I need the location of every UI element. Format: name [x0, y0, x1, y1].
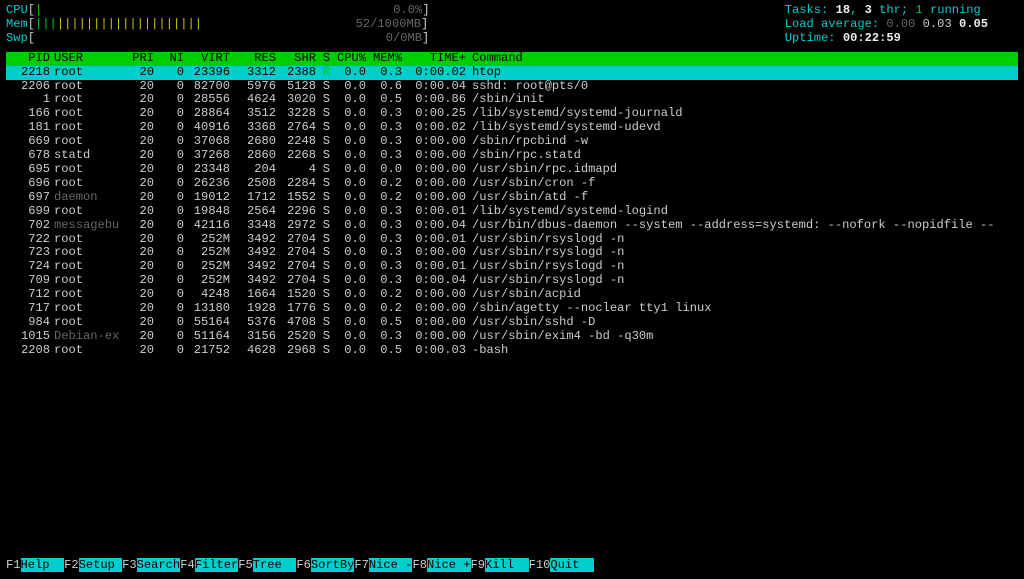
fkey-label[interactable]: Tree — [253, 558, 297, 572]
process-row[interactable]: 2208root2002175246282968S0.00.50:00.03-b… — [6, 344, 1018, 358]
mem-label: Mem — [6, 17, 28, 31]
process-row[interactable]: 2218root2002339633122388R0.00.30:00.02ht… — [6, 66, 1018, 80]
process-row[interactable]: 722root200252M34922704S0.00.30:00.01/usr… — [6, 233, 1018, 247]
fkey-label[interactable]: Quit — [550, 558, 594, 572]
sysinfo-block: Tasks: 18, 3 thr; 1 running Load average… — [785, 4, 1018, 46]
process-row[interactable]: 695root200233482044S0.00.00:00.00/usr/sb… — [6, 163, 1018, 177]
process-row[interactable]: 2206root2008270059765128S0.00.60:00.04ss… — [6, 80, 1018, 94]
process-row[interactable]: 709root200252M34922704S0.00.30:00.04/usr… — [6, 274, 1018, 288]
process-row[interactable]: 723root200252M34922704S0.00.30:00.00/usr… — [6, 246, 1018, 260]
process-row[interactable]: 717root2001318019281776S0.00.20:00.00/sb… — [6, 302, 1018, 316]
fkey: F8 — [412, 558, 427, 572]
column-header-row[interactable]: PIDUSERPRINIVIRTRESSHRSCPU%MEM%TIME+Comm… — [6, 52, 1018, 66]
fkey: F9 — [471, 558, 486, 572]
cpu-meter: CPU[|0.0%] — [6, 4, 430, 18]
process-row[interactable]: 1root2002855646243020S0.00.50:00.86/sbin… — [6, 93, 1018, 107]
process-row[interactable]: 724root200252M34922704S0.00.30:00.01/usr… — [6, 260, 1018, 274]
fkey: F6 — [296, 558, 311, 572]
htop-screen: CPU[|0.0%] Mem[|||||||||||||||||||||||52… — [0, 0, 1024, 579]
process-row[interactable]: 1015Debian-ex2005116431562520S0.00.30:00… — [6, 330, 1018, 344]
fkey: F3 — [122, 558, 137, 572]
fkey-label[interactable]: Search — [137, 558, 181, 572]
tasks-line: Tasks: 18, 3 thr; 1 running — [785, 4, 988, 18]
mem-value: 52/1000MB — [202, 18, 421, 32]
fkey: F7 — [354, 558, 369, 572]
uptime-line: Uptime: 00:22:59 — [785, 32, 988, 46]
process-list[interactable]: 2218root2002339633122388R0.00.30:00.02ht… — [6, 66, 1018, 358]
fkey-label[interactable]: Nice + — [427, 558, 471, 572]
cpu-bar: | — [35, 3, 42, 17]
process-row[interactable]: 678statd2003726828602268S0.00.30:00.00/s… — [6, 149, 1018, 163]
process-row[interactable]: 702messagebu2004211633482972S0.00.30:00.… — [6, 219, 1018, 233]
fkey-label[interactable]: Help — [21, 558, 65, 572]
fkey: F2 — [64, 558, 79, 572]
cpu-label: CPU — [6, 3, 28, 17]
process-row[interactable]: 984root2005516453764708S0.00.50:00.00/us… — [6, 316, 1018, 330]
fkey: F5 — [238, 558, 253, 572]
fkey-label[interactable]: SortBy — [311, 558, 355, 572]
meters-block: CPU[|0.0%] Mem[|||||||||||||||||||||||52… — [6, 4, 430, 46]
swp-meter: Swp[0/0MB] — [6, 32, 430, 46]
fkey-label[interactable]: Filter — [195, 558, 239, 572]
process-row[interactable]: 166root2002886435123228S0.00.30:00.25/li… — [6, 107, 1018, 121]
process-row[interactable]: 712root200424816641520S0.00.20:00.00/usr… — [6, 288, 1018, 302]
swp-label: Swp — [6, 31, 28, 45]
fkey-label[interactable]: Nice - — [369, 558, 413, 572]
process-row[interactable]: 669root2003706826802248S0.00.30:00.00/sb… — [6, 135, 1018, 149]
cpu-value: 0.0% — [42, 4, 422, 18]
fkey: F1 — [6, 558, 21, 572]
fkey: F10 — [529, 558, 551, 572]
fkey-label[interactable]: Setup — [79, 558, 123, 572]
function-key-bar[interactable]: F1Help F2Setup F3SearchF4FilterF5Tree F6… — [6, 559, 594, 573]
process-row[interactable]: 699root2001984825642296S0.00.30:00.01/li… — [6, 205, 1018, 219]
process-row[interactable]: 181root2004091633682764S0.00.30:00.02/li… — [6, 121, 1018, 135]
fkey: F4 — [180, 558, 195, 572]
header: CPU[|0.0%] Mem[|||||||||||||||||||||||52… — [6, 4, 1018, 46]
process-row[interactable]: 697daemon2001901217121552S0.00.20:00.00/… — [6, 191, 1018, 205]
process-row[interactable]: 696root2002623625082284S0.00.20:00.00/us… — [6, 177, 1018, 191]
swp-value: 0/0MB — [35, 32, 422, 46]
mem-meter: Mem[|||||||||||||||||||||||52/1000MB] — [6, 18, 430, 32]
load-line: Load average: 0.00 0.03 0.05 — [785, 18, 988, 32]
fkey-label[interactable]: Kill — [485, 558, 529, 572]
